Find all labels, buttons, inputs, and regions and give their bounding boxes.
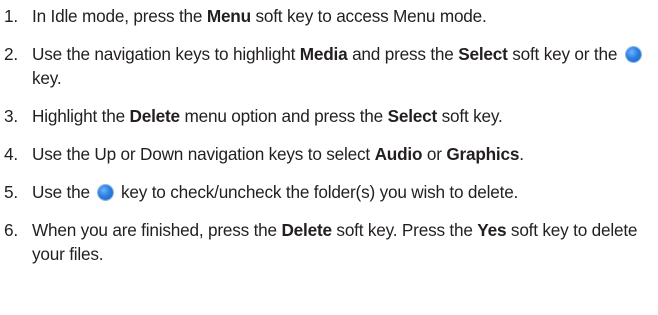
step-text-run: Use the Up or Down navigation keys to se…: [32, 144, 375, 164]
bold-term: Media: [299, 44, 348, 64]
step-item-1: 1. In Idle mode, press the Menu soft key …: [2, 4, 652, 28]
step-text-run: soft key to access Menu mode.: [250, 6, 487, 26]
step-text-run: In Idle mode, press the: [32, 6, 207, 26]
step-text-run: Highlight the: [32, 106, 130, 126]
step-number: 1.: [4, 6, 18, 26]
bold-term: Audio: [374, 144, 423, 164]
bold-term: Menu: [206, 6, 251, 26]
step-text-run: soft key or the: [507, 44, 622, 64]
step-text-run: or: [422, 144, 447, 164]
center-key-icon: [625, 47, 641, 62]
step-text: Use the Up or Down navigation keys to se…: [32, 142, 652, 166]
step-item-6: 6. When you are finished, press the Delet…: [2, 218, 652, 266]
step-text-run: Use the: [32, 182, 95, 202]
step-number: 4.: [4, 144, 18, 164]
step-text: Use the key to check/uncheck the folder(…: [32, 180, 652, 204]
step-text-run: menu option and press the: [179, 106, 388, 126]
bold-term: Graphics: [446, 144, 520, 164]
step-text: When you are finished, press the Delete …: [32, 218, 652, 266]
bold-term: Delete: [281, 220, 332, 240]
step-text: Use the navigation keys to highlight Med…: [32, 42, 652, 90]
center-key-icon: [98, 185, 114, 200]
step-item-3: 3. Highlight the Delete menu option and p…: [2, 104, 652, 128]
step-text-run: .: [519, 144, 524, 164]
step-text-run: and press the: [347, 44, 459, 64]
step-text-run: soft key.: [437, 106, 503, 126]
step-text: In Idle mode, press the Menu soft key to…: [32, 4, 652, 28]
step-text-run: soft key. Press the: [331, 220, 478, 240]
step-number: 6.: [4, 220, 18, 240]
step-text: Highlight the Delete menu option and pre…: [32, 104, 652, 128]
step-item-5: 5. Use the key to check/uncheck the folde…: [2, 180, 652, 204]
bold-term: Delete: [129, 106, 181, 126]
step-text-run: Use the navigation keys to highlight: [32, 44, 300, 64]
step-number: 2.: [4, 44, 18, 64]
step-text-run: key to check/uncheck the folder(s) you w…: [116, 182, 519, 202]
step-item-2: 2. Use the navigation keys to highlight M…: [2, 42, 652, 90]
bold-term: Yes: [477, 220, 507, 240]
bold-term: Select: [458, 44, 508, 64]
step-text-run: When you are finished, press the: [32, 220, 282, 240]
instructions-document: 1. In Idle mode, press the Menu soft key …: [0, 0, 658, 315]
step-item-4: 4. Use the Up or Down navigation keys to …: [2, 142, 652, 166]
step-text-run: key.: [32, 68, 62, 88]
step-number: 3.: [4, 106, 18, 126]
steps-list: 1. In Idle mode, press the Menu soft key …: [2, 4, 652, 266]
step-number: 5.: [4, 182, 18, 202]
bold-term: Select: [387, 106, 438, 126]
